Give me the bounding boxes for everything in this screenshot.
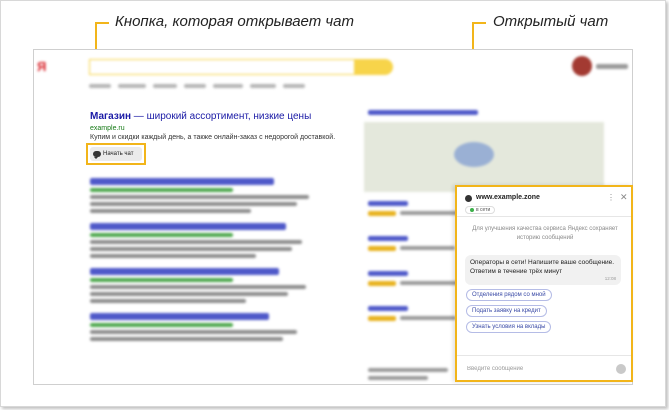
callout-line-open-chat-horizontal [472, 22, 486, 24]
search-tabs [89, 84, 349, 90]
ad-title[interactable]: Магазин — широкий ассортимент, низкие це… [90, 111, 311, 122]
send-icon[interactable] [616, 364, 626, 374]
message-input[interactable] [467, 364, 607, 374]
close-icon[interactable]: ✕ [620, 192, 628, 203]
site-favicon-icon [465, 195, 472, 202]
map-preview[interactable] [364, 122, 604, 192]
start-chat-button[interactable]: Начать чат [90, 147, 142, 161]
quick-reply-deposits[interactable]: Узнать условия на вклады [466, 321, 552, 333]
operator-message-text: Операторы в сети! Напишите ваше сообщени… [470, 259, 615, 275]
result-item[interactable] [90, 178, 320, 213]
chat-input-area [457, 355, 631, 382]
chat-header: www.example.zone ⋮ ✕ в сети [457, 187, 631, 217]
search-input[interactable] [89, 59, 355, 75]
ad-description: Купим и скидки каждый день, а также онла… [90, 134, 336, 141]
result-item[interactable] [90, 313, 320, 341]
username [596, 64, 628, 69]
status-badge: в сети [465, 206, 496, 214]
chat-site-name: www.example.zone [476, 194, 540, 201]
operator-message: Операторы в сети! Напишите ваше сообщени… [465, 255, 621, 285]
ad-url[interactable]: example.ru [90, 125, 125, 132]
status-label: в сети [476, 207, 491, 213]
ad-title-rest: — широкий ассортимент, низкие цены [131, 111, 312, 122]
callout-line-chat-button-horizontal [95, 22, 109, 24]
avatar[interactable] [572, 56, 592, 76]
annotation-chat-button: Кнопка, которая открывает чат [115, 13, 354, 30]
annotation-open-chat: Открытый чат [493, 13, 609, 30]
ad-title-brand: Магазин [90, 111, 132, 122]
chat-panel: www.example.zone ⋮ ✕ в сети Для улучшени… [455, 185, 633, 382]
search-header: Я [34, 50, 632, 84]
chat-info: Для улучшения качества сервиса Яндекс со… [472, 226, 618, 241]
result-item[interactable] [90, 268, 320, 303]
chat-bubble-icon [93, 151, 101, 159]
result-item[interactable] [90, 223, 320, 258]
online-dot-icon [470, 208, 474, 212]
message-time: 12:08 [604, 275, 616, 281]
start-chat-label: Начать чат [103, 151, 134, 157]
search-button[interactable] [355, 59, 393, 75]
yandex-logo: Я [37, 59, 47, 74]
organic-results [90, 178, 320, 351]
quick-reply-credit[interactable]: Подать заявку на кредит [466, 305, 547, 317]
quick-reply-branches[interactable]: Отделения рядом со мной [466, 289, 552, 301]
more-icon[interactable]: ⋮ [607, 193, 615, 202]
